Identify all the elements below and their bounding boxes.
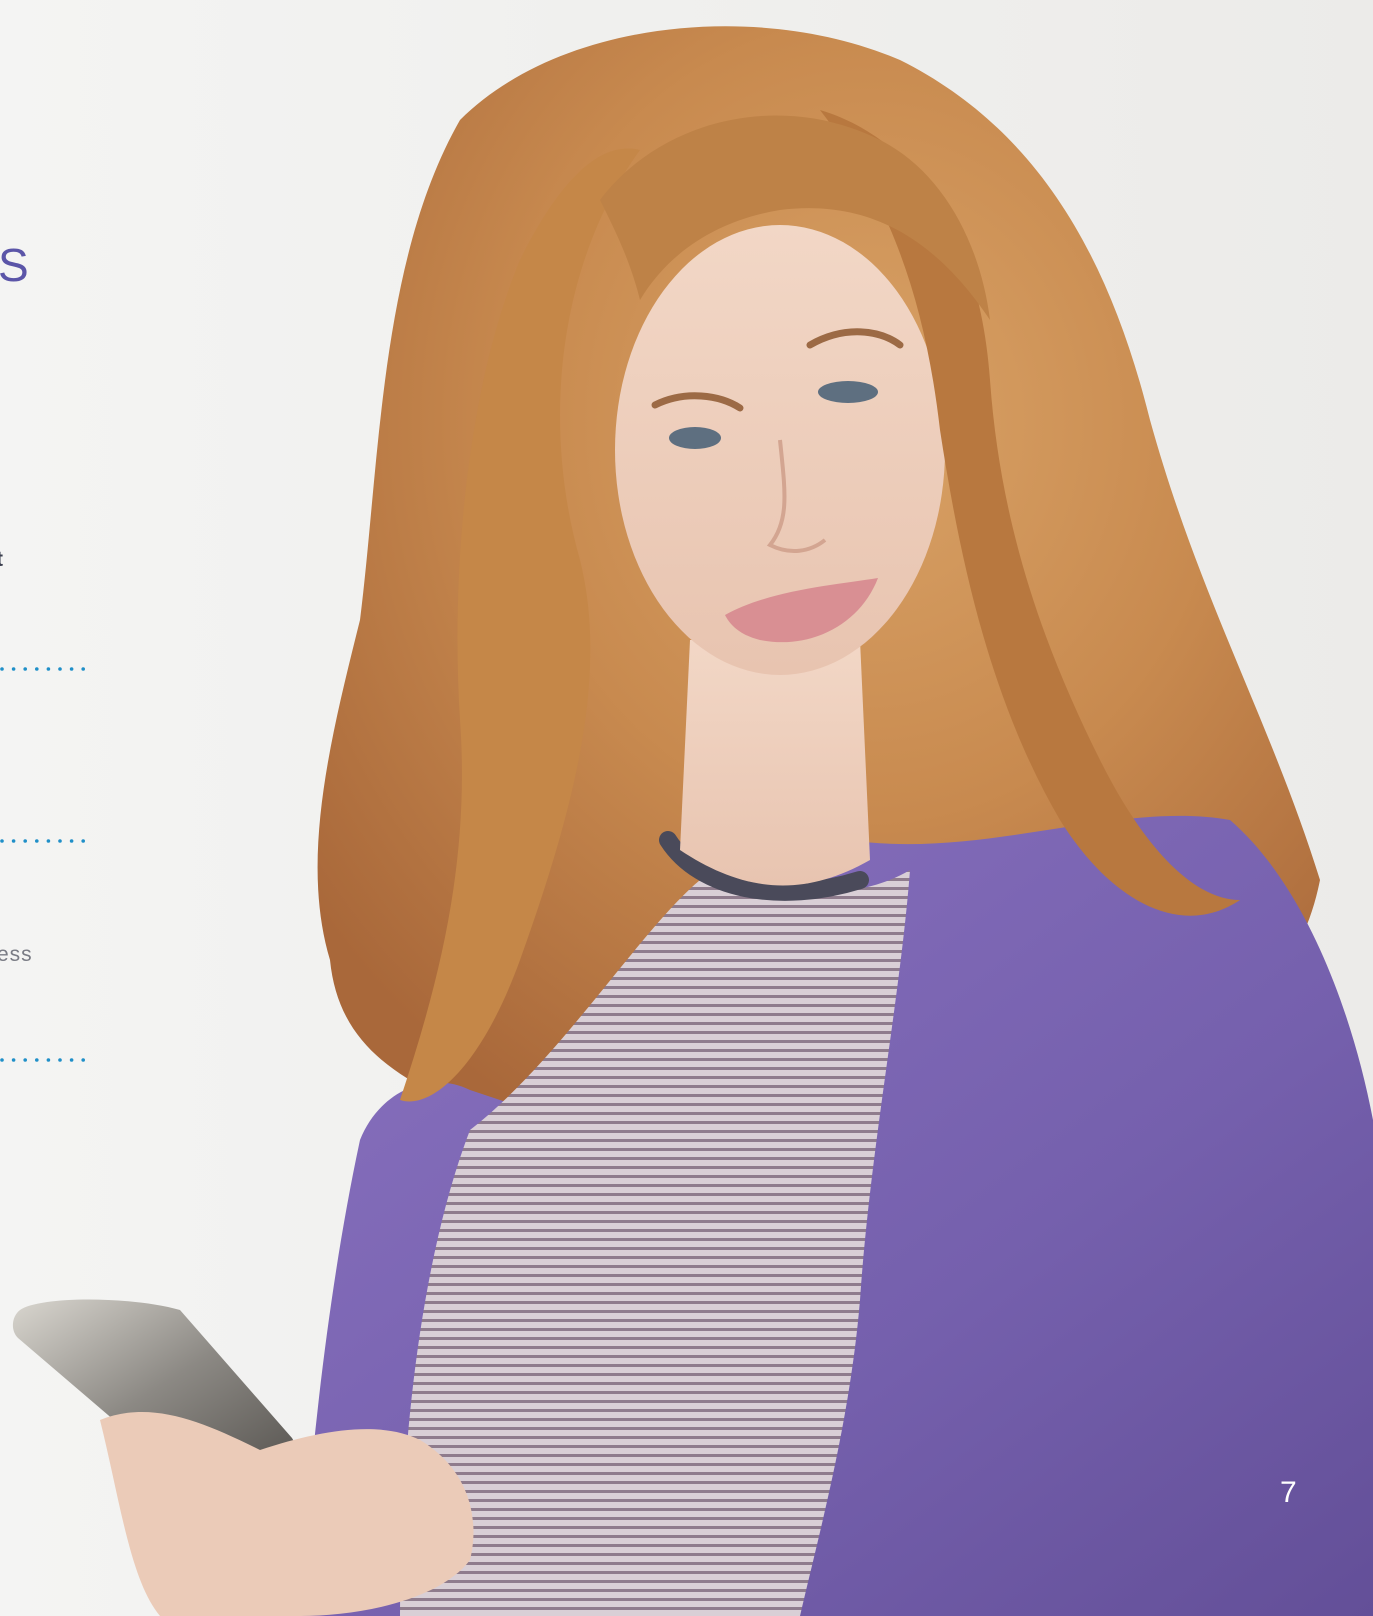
rule-dot — [23, 667, 28, 671]
left-eye — [669, 427, 721, 449]
rule-dot — [46, 667, 51, 671]
body-text-fragment: ess — [0, 943, 33, 966]
neck — [680, 640, 870, 886]
rule-dot — [81, 839, 85, 843]
rule-dot — [58, 1058, 62, 1062]
rule-dot — [35, 1058, 39, 1062]
rule-dot — [46, 839, 51, 843]
rule-dot — [81, 1058, 85, 1062]
rule-dot — [23, 839, 28, 843]
rule-dot — [11, 839, 16, 843]
rule-dot — [11, 667, 16, 671]
rule-dot — [69, 839, 74, 843]
dotted-rule — [0, 667, 85, 671]
rule-dot — [0, 1058, 4, 1062]
dotted-rule — [0, 839, 85, 843]
rule-dot — [46, 1058, 51, 1062]
document-page: S t ess 7 — [0, 0, 1373, 1616]
woman-holding-smartphone-photo — [12, 26, 1373, 1616]
page-number: 7 — [1280, 1476, 1297, 1509]
rule-dot — [35, 667, 39, 671]
rule-dot — [35, 839, 39, 843]
right-eye — [818, 381, 878, 403]
rule-dot — [0, 667, 4, 671]
dotted-rule — [0, 1058, 85, 1062]
section-heading-fragment: S — [0, 239, 30, 291]
rule-dot — [69, 667, 74, 671]
rule-dot — [81, 667, 85, 671]
rule-dot — [58, 839, 62, 843]
rule-dot — [0, 839, 4, 843]
hand — [100, 1411, 474, 1616]
rule-dot — [69, 1058, 74, 1062]
bold-text-fragment: t — [0, 548, 3, 572]
rule-dot — [11, 1058, 16, 1062]
rule-dot — [58, 667, 62, 671]
rule-dot — [23, 1058, 28, 1062]
